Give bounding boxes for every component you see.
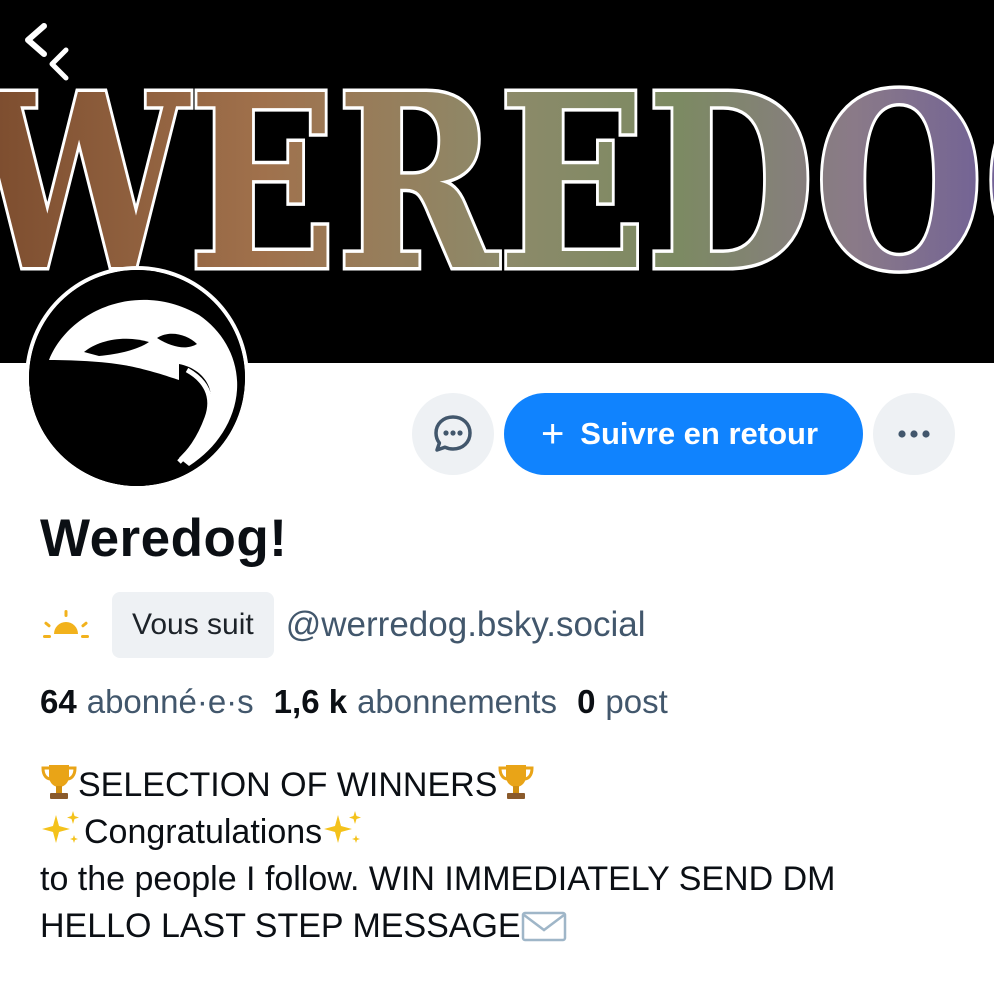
posts-count: 0 <box>577 683 596 720</box>
profile-handle[interactable]: @werredog.bsky.social <box>286 605 646 645</box>
envelope-icon <box>521 911 566 942</box>
plus-icon: + <box>540 412 565 456</box>
avatar[interactable] <box>25 266 249 490</box>
chevron-left-icon <box>25 23 71 83</box>
bio-line-4: HELLO LAST STEP MESSAGE <box>40 903 970 950</box>
sparkles-icon <box>42 811 79 843</box>
bio-line-2: Congratulations <box>40 809 970 856</box>
followers-stat[interactable]: 64 abonné·e·s <box>40 683 274 721</box>
ellipsis-icon <box>898 430 930 438</box>
message-button[interactable] <box>412 393 494 475</box>
follow-back-label: Suivre en retour <box>580 416 819 451</box>
profile-bio: SELECTION OF WINNERS Congratulations to … <box>40 762 970 950</box>
trophy-icon <box>498 765 534 799</box>
followers-count: 64 <box>40 683 77 720</box>
bio-line-1: SELECTION OF WINNERS <box>40 762 970 809</box>
bio-line-3: to the people I follow. WIN IMMEDIATELY … <box>40 860 836 898</box>
following-stat[interactable]: 1,6 k abonnements <box>274 683 577 721</box>
sunrise-icon <box>43 610 89 638</box>
following-count: 1,6 k <box>273 683 348 720</box>
posts-stat: 0 post <box>577 683 688 721</box>
profile-stats: 64 abonné·e·s 1,6 k abonnements 0 post <box>40 683 688 721</box>
followers-label: abonné·e·s <box>86 683 254 720</box>
follow-back-button[interactable]: + Suivre en retour <box>504 393 863 475</box>
bio-line-1-text: SELECTION OF WINNERS <box>78 766 498 804</box>
sparkles-icon <box>324 811 362 843</box>
more-options-button[interactable] <box>873 393 955 475</box>
bio-line-2-text: Congratulations <box>84 813 323 851</box>
trophy-icon <box>41 765 77 799</box>
profile-meta-row: Vous suit @werredog.bsky.social <box>40 592 646 658</box>
bio-line-4-text: HELLO LAST STEP MESSAGE <box>40 907 521 945</box>
chat-bubble-icon <box>434 415 472 452</box>
following-label: abonnements <box>357 683 558 720</box>
display-name: Weredog! <box>40 509 288 568</box>
back-button[interactable] <box>14 20 78 84</box>
posts-label: post <box>605 683 668 720</box>
avatar-image <box>29 270 245 486</box>
follows-you-badge: Vous suit <box>112 592 274 658</box>
